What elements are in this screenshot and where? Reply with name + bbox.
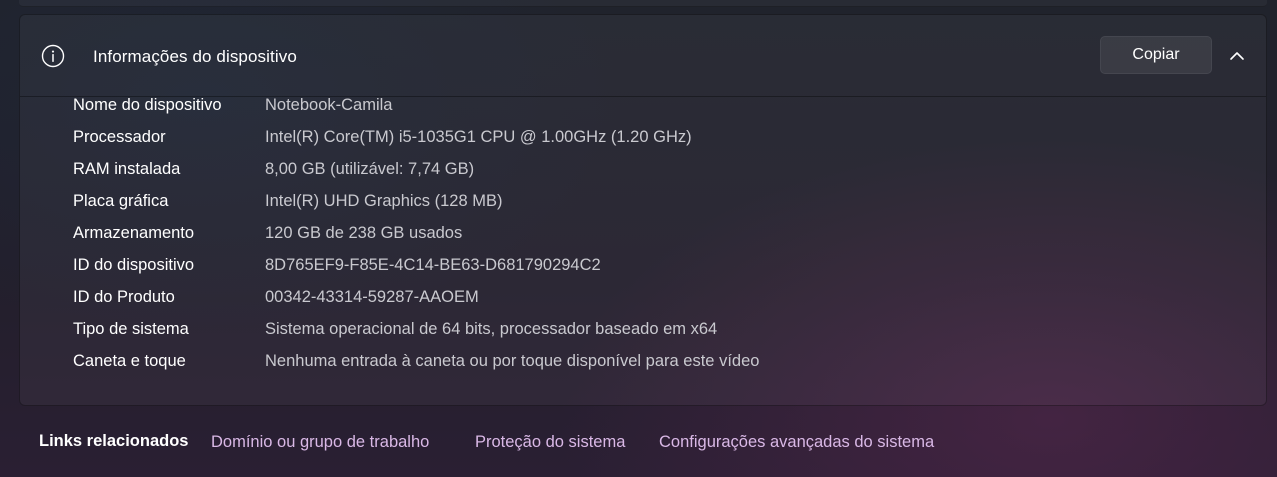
spec-row-processor: Processador Intel(R) Core(TM) i5-1035G1 … bbox=[73, 128, 1173, 160]
spec-value: 8D765EF9-F85E-4C14-BE63-D681790294C2 bbox=[265, 256, 601, 274]
device-info-title: Informações do dispositivo bbox=[93, 47, 297, 66]
device-info-header[interactable]: Informações do dispositivo Copiar bbox=[20, 15, 1266, 97]
spec-label: Nome do dispositivo bbox=[73, 96, 222, 114]
spec-label: RAM instalada bbox=[73, 160, 181, 178]
link-system-protection[interactable]: Proteção do sistema bbox=[475, 433, 625, 452]
copy-button[interactable]: Copiar bbox=[1100, 36, 1212, 74]
spec-label: Tipo de sistema bbox=[73, 320, 189, 338]
spec-label: Caneta e toque bbox=[73, 352, 186, 370]
spec-value: 8,00 GB (utilizável: 7,74 GB) bbox=[265, 160, 475, 178]
chevron-up-icon[interactable] bbox=[1226, 47, 1248, 65]
spec-label: Armazenamento bbox=[73, 224, 195, 242]
info-icon bbox=[41, 44, 65, 68]
previous-card-edge bbox=[19, 0, 1267, 7]
spec-row-product-id: ID do Produto 00342-43314-59287-AAOEM bbox=[73, 288, 1173, 320]
related-links-title: Links relacionados bbox=[39, 432, 189, 450]
spec-value: Notebook-Camila bbox=[265, 96, 393, 114]
spec-value: 00342-43314-59287-AAOEM bbox=[265, 288, 479, 306]
spec-row-system-type: Tipo de sistema Sistema operacional de 6… bbox=[73, 320, 1173, 352]
spec-label: ID do Produto bbox=[73, 288, 175, 306]
spec-row-pen-touch: Caneta e toque Nenhuma entrada à caneta … bbox=[73, 352, 1173, 384]
spec-value: Intel(R) Core(TM) i5-1035G1 CPU @ 1.00GH… bbox=[265, 128, 692, 146]
spec-value: Intel(R) UHD Graphics (128 MB) bbox=[265, 192, 503, 210]
spec-label: Processador bbox=[73, 128, 166, 146]
spec-label: Placa gráfica bbox=[73, 192, 169, 210]
spec-row-device-id: ID do dispositivo 8D765EF9-F85E-4C14-BE6… bbox=[73, 256, 1173, 288]
link-advanced-system-settings[interactable]: Configurações avançadas do sistema bbox=[659, 433, 934, 452]
spec-label: ID do dispositivo bbox=[73, 256, 195, 274]
spec-value: 120 GB de 238 GB usados bbox=[265, 224, 463, 242]
spec-row-ram: RAM instalada 8,00 GB (utilizável: 7,74 … bbox=[73, 160, 1173, 192]
spec-value: Sistema operacional de 64 bits, processa… bbox=[265, 320, 718, 338]
spec-row-graphics: Placa gráfica Intel(R) UHD Graphics (128… bbox=[73, 192, 1173, 224]
spec-row-device-name: Nome do dispositivo Notebook-Camila bbox=[73, 96, 1173, 128]
link-domain-workgroup[interactable]: Domínio ou grupo de trabalho bbox=[211, 433, 429, 452]
device-spec-list: Nome do dispositivo Notebook-Camila Proc… bbox=[73, 96, 1173, 384]
spec-value: Nenhuma entrada à caneta ou por toque di… bbox=[265, 352, 760, 370]
related-links-bar: Links relacionados Domínio ou grupo de t… bbox=[0, 406, 1277, 477]
settings-page: Informações do dispositivo Copiar Nome d… bbox=[0, 0, 1277, 477]
spec-row-storage: Armazenamento 120 GB de 238 GB usados bbox=[73, 224, 1173, 256]
